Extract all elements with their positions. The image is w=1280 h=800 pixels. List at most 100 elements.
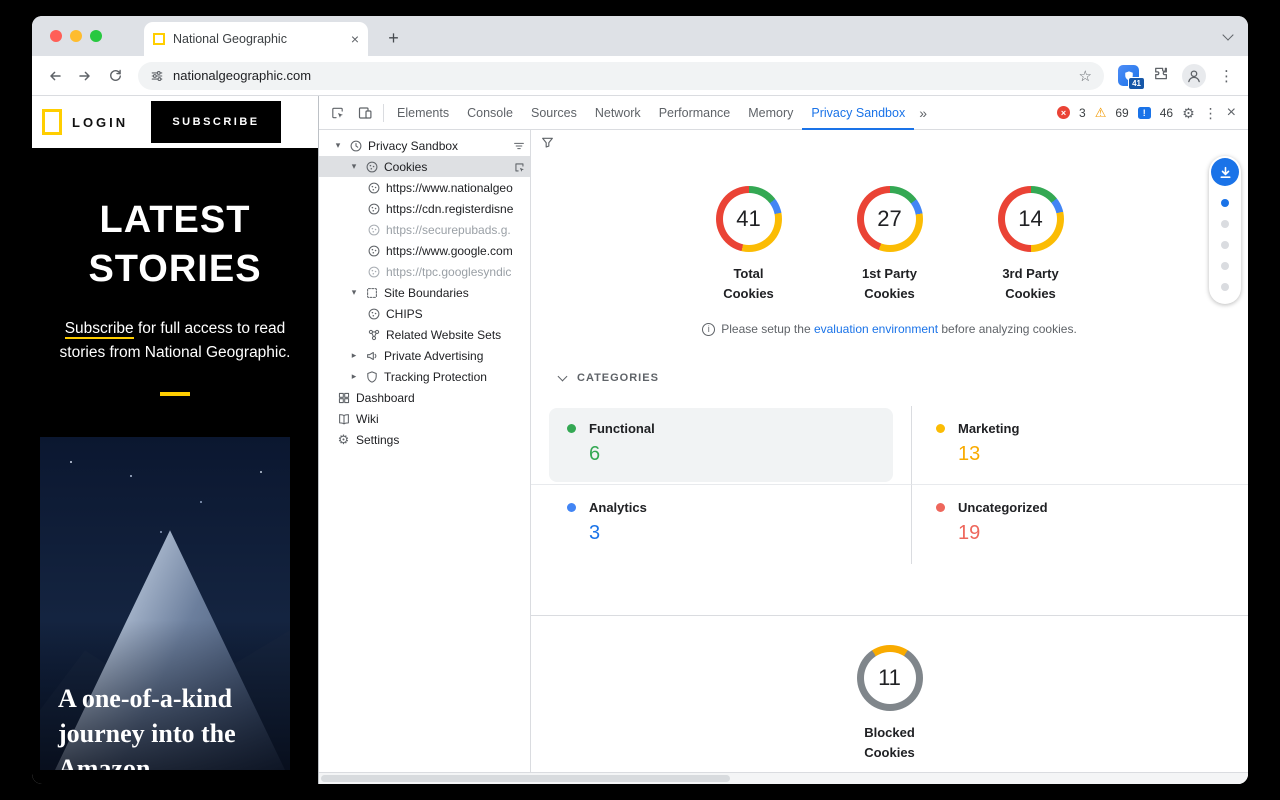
back-button[interactable]: [40, 61, 70, 91]
errors-count[interactable]: 3: [1079, 106, 1086, 120]
browser-tab[interactable]: National Geographic ×: [144, 22, 368, 56]
category-cell-analytics[interactable]: Analytics 3: [531, 485, 911, 564]
tab-elements[interactable]: Elements: [388, 96, 458, 130]
tree-item-related-website-sets[interactable]: Related Website Sets: [319, 324, 530, 345]
tree-item-cookie-origin[interactable]: https://www.nationalgeo: [319, 177, 530, 198]
scrollbar-thumb[interactable]: [321, 775, 730, 782]
expander-icon[interactable]: ▾: [349, 161, 359, 172]
tree-filter-icon[interactable]: [512, 139, 526, 153]
subscribe-link[interactable]: Subscribe: [65, 320, 134, 339]
forward-button[interactable]: [70, 61, 100, 91]
tree-item-cookie-origin[interactable]: https://www.google.com: [319, 240, 530, 261]
new-tab-button[interactable]: +: [380, 25, 407, 52]
wiki-book-icon: [336, 411, 351, 426]
more-tabs-icon[interactable]: »: [914, 105, 932, 121]
third-party-value: 14: [1005, 193, 1057, 245]
tree-item-cookie-origin[interactable]: https://cdn.registerdisne: [319, 198, 530, 219]
tree-item-settings[interactable]: ⚙ Settings: [319, 429, 530, 450]
issues-icon[interactable]: !: [1138, 107, 1151, 119]
label-line-1: Blocked: [864, 723, 915, 743]
section-dot[interactable]: [1221, 262, 1229, 270]
close-window-button[interactable]: [50, 30, 62, 42]
warnings-icon[interactable]: ⚠: [1095, 106, 1107, 119]
tree-item-cookie-origin[interactable]: https://securepubads.g.: [319, 219, 530, 240]
devtools-settings-icon[interactable]: ⚙: [1182, 106, 1195, 120]
chevron-down-icon[interactable]: [558, 372, 568, 382]
tree-item-wiki[interactable]: Wiki: [319, 408, 530, 429]
evaluation-environment-link[interactable]: evaluation environment: [814, 322, 938, 336]
total-cookies-stat[interactable]: 41 Total Cookies: [707, 186, 791, 304]
category-cell-functional[interactable]: Functional 6: [531, 406, 911, 485]
third-party-cookies-stat[interactable]: 14 3rd Party Cookies: [989, 186, 1073, 304]
hero-caption[interactable]: A one-of-a-kind journey into the Amazon: [58, 681, 273, 770]
download-report-button[interactable]: [1211, 158, 1239, 186]
bookmark-star-icon[interactable]: ☆: [1079, 67, 1092, 85]
url-text[interactable]: nationalgeographic.com: [173, 68, 1070, 83]
tree-item-label: https://securepubads.g.: [386, 223, 511, 237]
inspect-cursor-icon[interactable]: [512, 160, 526, 174]
tab-memory[interactable]: Memory: [739, 96, 802, 130]
site-header: LOGIN SUBSCRIBE: [32, 96, 318, 148]
expander-icon[interactable]: ▸: [349, 371, 359, 382]
tab-performance[interactable]: Performance: [650, 96, 740, 130]
dashboard-icon: [336, 390, 351, 405]
tree-item-dashboard[interactable]: Dashboard: [319, 387, 530, 408]
analytics-dot: [567, 503, 576, 512]
devtools-close-icon[interactable]: ×: [1227, 105, 1236, 121]
filter-icon[interactable]: [540, 135, 555, 155]
tree-item-privacy-sandbox[interactable]: ▾ Privacy Sandbox: [319, 135, 530, 156]
chrome-menu-icon[interactable]: ⋮: [1219, 67, 1234, 85]
tree-item-chips[interactable]: CHIPS: [319, 303, 530, 324]
categories-header[interactable]: CATEGORIES: [531, 372, 1248, 384]
site-settings-icon[interactable]: [150, 69, 164, 83]
toolbar-right-group: 41 ⋮: [1112, 64, 1240, 88]
promo-text: Subscribe for full access to read storie…: [47, 317, 303, 364]
tree-item-label: https://www.nationalgeo: [386, 181, 513, 195]
tree-item-cookies[interactable]: ▾ Cookies: [319, 156, 530, 177]
errors-icon[interactable]: ×: [1057, 106, 1070, 119]
expander-icon[interactable]: ▸: [349, 350, 359, 361]
section-dot-active[interactable]: [1221, 199, 1229, 207]
horizontal-scrollbar[interactable]: [319, 772, 1248, 784]
category-cell-uncategorized[interactable]: Uncategorized 19: [911, 485, 1248, 564]
tree-item-cookie-origin[interactable]: https://tpc.googlesyndic: [319, 261, 530, 282]
category-cell-marketing[interactable]: Marketing 13: [911, 406, 1248, 485]
tree-item-tracking-protection[interactable]: ▸ Tracking Protection: [319, 366, 530, 387]
tab-search-chevron-icon[interactable]: [1222, 29, 1233, 40]
profile-avatar[interactable]: [1182, 64, 1206, 88]
address-bar[interactable]: nationalgeographic.com ☆: [138, 62, 1104, 90]
tab-console[interactable]: Console: [458, 96, 522, 130]
settings-gear-icon: ⚙: [336, 432, 351, 447]
tree-item-private-advertising[interactable]: ▸ Private Advertising: [319, 345, 530, 366]
tab-sources[interactable]: Sources: [522, 96, 586, 130]
reload-button[interactable]: [100, 61, 130, 91]
tab-close-icon[interactable]: ×: [351, 32, 359, 46]
tab-network[interactable]: Network: [586, 96, 650, 130]
warnings-count[interactable]: 69: [1115, 106, 1128, 120]
section-dot[interactable]: [1221, 241, 1229, 249]
hero-image: A one-of-a-kind journey into the Amazon: [40, 437, 290, 770]
tree-item-site-boundaries[interactable]: ▾ Site Boundaries: [319, 282, 530, 303]
section-indicator: [1209, 156, 1241, 304]
first-party-cookies-stat[interactable]: 27 1st Party Cookies: [848, 186, 932, 304]
expander-icon[interactable]: ▾: [349, 287, 359, 298]
blocked-cookies-stat[interactable]: 11 Blocked Cookies: [848, 645, 932, 763]
privacy-extension-icon[interactable]: 41: [1118, 65, 1139, 86]
page-headline: LATEST STORIES: [72, 196, 278, 293]
zoom-window-button[interactable]: [90, 30, 102, 42]
section-dot[interactable]: [1221, 220, 1229, 228]
subscribe-button[interactable]: SUBSCRIBE: [151, 101, 281, 143]
section-dot[interactable]: [1221, 283, 1229, 291]
login-link[interactable]: LOGIN: [72, 115, 151, 130]
categories-grid: Functional 6 Marketing 1: [531, 406, 1248, 564]
devtools-menu-icon[interactable]: ⋮: [1204, 106, 1218, 120]
inspect-element-icon[interactable]: [323, 100, 351, 126]
natgeo-logo[interactable]: [42, 109, 62, 135]
extensions-puzzle-icon[interactable]: [1152, 65, 1169, 87]
third-party-donut: 14: [998, 186, 1064, 252]
device-toolbar-icon[interactable]: [351, 100, 379, 126]
tab-privacy-sandbox[interactable]: Privacy Sandbox: [802, 96, 914, 130]
minimize-window-button[interactable]: [70, 30, 82, 42]
expander-icon[interactable]: ▾: [333, 140, 343, 151]
issues-count[interactable]: 46: [1160, 106, 1173, 120]
